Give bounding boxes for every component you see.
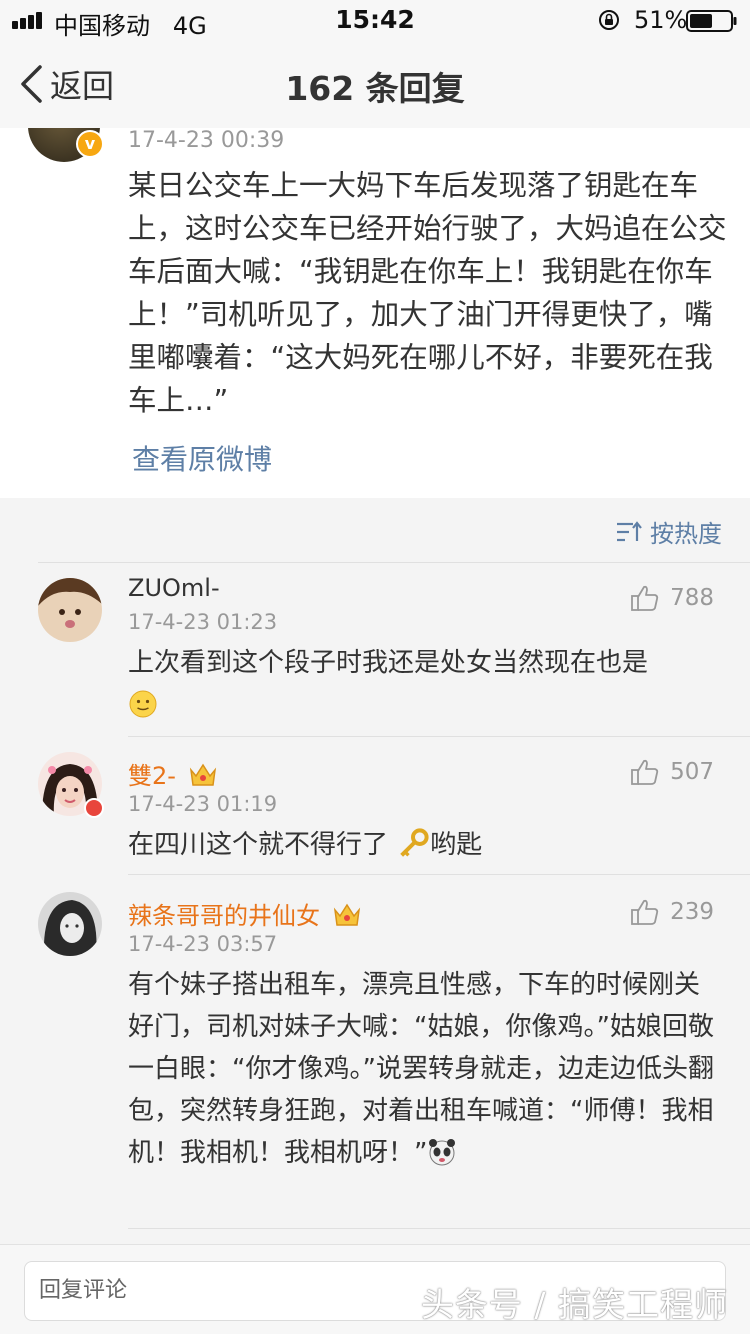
avatar-image bbox=[38, 578, 102, 642]
thumbs-up-icon bbox=[631, 585, 659, 611]
comment-item: ZUOml- 17-4-23 01:23 上次看到这个段子时我还是处女当然现在也… bbox=[0, 562, 750, 736]
avatar[interactable] bbox=[38, 892, 102, 956]
comment-time: 17-4-23 01:19 bbox=[128, 792, 278, 816]
key-emoji-icon bbox=[400, 828, 429, 857]
page-title: 162 条回复 bbox=[285, 69, 465, 108]
sort-icon bbox=[617, 520, 642, 541]
comment-item: 辣条哥哥的井仙女 17-4-23 03:57 有个妹子搭出租车，漂亮且性感，下车… bbox=[0, 874, 750, 1228]
crown-badge-icon bbox=[333, 903, 360, 926]
nav-bar: 返回 162 条回复 bbox=[0, 40, 750, 128]
view-original-link[interactable]: 查看原微博 bbox=[132, 438, 272, 478]
crown-badge-icon bbox=[189, 763, 216, 786]
original-post: v 17-4-23 00:39 某日公交车上一大妈下车后发现落了钥匙在车上，这时… bbox=[0, 128, 750, 498]
status-bar: 中国移动 4G 15:42 51% bbox=[0, 0, 750, 40]
comment-author[interactable]: 雙2- bbox=[128, 756, 218, 791]
thumbs-up-icon bbox=[631, 899, 659, 925]
smile-emoji-icon bbox=[129, 690, 157, 718]
sort-by-hot-button[interactable]: 按热度 bbox=[616, 514, 722, 549]
divider bbox=[128, 874, 750, 875]
thumbs-up-icon bbox=[631, 759, 659, 785]
comment-time: 17-4-23 01:23 bbox=[128, 610, 278, 634]
like-count: 507 bbox=[670, 759, 714, 785]
verified-badge-icon: v bbox=[76, 130, 104, 158]
avatar-image bbox=[38, 892, 102, 956]
sort-bar: 按热度 bbox=[0, 498, 750, 562]
comment-item: 雙2- 17-4-23 01:19 在四川这个就不得行了 哟匙 507 bbox=[0, 736, 750, 874]
post-text: 某日公交车上一大妈下车后发现落了钥匙在车上，这时公交车已经开始行驶了，大妈追在公… bbox=[128, 169, 727, 417]
avatar[interactable] bbox=[38, 578, 102, 642]
battery-percent: 51% bbox=[634, 6, 688, 34]
like-button[interactable]: 507 bbox=[630, 758, 714, 786]
comment-text: 在四川这个就不得行了 哟匙 bbox=[128, 824, 718, 866]
battery-icon bbox=[686, 10, 737, 32]
vip-badge-icon bbox=[84, 798, 104, 818]
panda-emoji-icon bbox=[429, 1139, 456, 1166]
comment-text: 上次看到这个段子时我还是处女当然现在也是 bbox=[128, 642, 718, 726]
comment-author[interactable]: ZUOml- bbox=[128, 574, 220, 602]
divider bbox=[128, 1228, 750, 1229]
like-button[interactable]: 788 bbox=[630, 584, 714, 612]
like-count: 788 bbox=[670, 585, 714, 611]
like-count: 239 bbox=[670, 899, 714, 925]
like-button[interactable]: 239 bbox=[630, 898, 714, 926]
comment-author[interactable]: 辣条哥哥的井仙女 bbox=[128, 896, 362, 931]
sort-label: 按热度 bbox=[650, 520, 722, 548]
post-time: 17-4-23 00:39 bbox=[128, 128, 285, 153]
watermark: 头条号 / 搞笑工程师 bbox=[420, 1285, 728, 1324]
comment-text: 有个妹子搭出租车，漂亮且性感，下车的时候刚关好门，司机对妹子大喊：“姑娘，你像鸡… bbox=[128, 970, 714, 1168]
divider bbox=[38, 562, 750, 563]
divider bbox=[128, 736, 750, 737]
rotation-lock-icon bbox=[599, 10, 619, 30]
comment-time: 17-4-23 03:57 bbox=[128, 932, 278, 956]
